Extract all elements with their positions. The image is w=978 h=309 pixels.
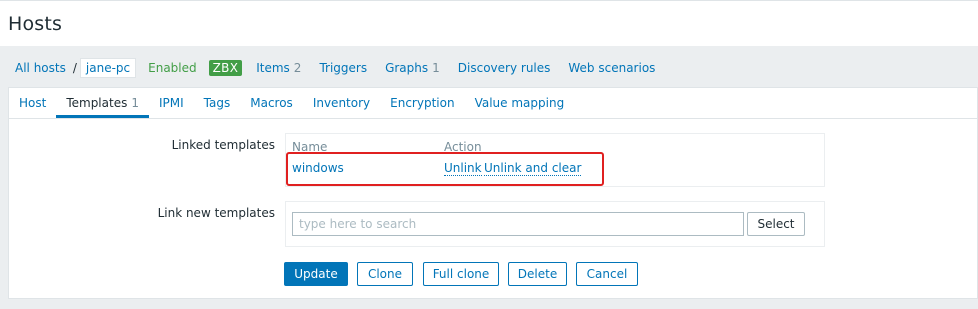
breadcrumb-current-host[interactable]: jane-pc (79, 58, 137, 78)
nav-items-count: 2 (293, 61, 302, 75)
nav-discovery-rules-link[interactable]: Discovery rules (458, 61, 551, 75)
link-new-templates-label: Link new templates (157, 206, 275, 220)
page-header: Hosts (0, 0, 978, 46)
cancel-button[interactable]: Cancel (576, 262, 638, 286)
clone-button[interactable]: Clone (357, 262, 413, 286)
tab-encryption[interactable]: Encryption (380, 88, 464, 118)
host-tabs: Host Templates 1 IPMI Tags Macros Invento… (9, 88, 977, 119)
column-header-action: Action (444, 140, 482, 154)
tab-inventory[interactable]: Inventory (303, 88, 380, 118)
column-header-name: Name (292, 140, 328, 154)
nav-graphs-link[interactable]: Graphs 1 (385, 61, 440, 75)
tab-label: Encryption (390, 96, 455, 110)
linked-templates-label: Linked templates (171, 138, 275, 152)
tab-host[interactable]: Host (9, 88, 56, 118)
nav-items-link[interactable]: Items 2 (256, 61, 301, 75)
tab-label: IPMI (158, 96, 184, 110)
tab-macros[interactable]: Macros (240, 88, 303, 118)
host-navigation: All hosts / jane-pc Enabled ZBX Items 2 T… (8, 55, 673, 81)
tab-label: Value mapping (474, 96, 565, 110)
linked-template-windows[interactable]: windows (292, 161, 344, 175)
linked-templates-table: Name Action windows Unlink Unlink and cl… (285, 133, 825, 187)
nav-triggers-link[interactable]: Triggers (319, 61, 367, 75)
delete-button[interactable]: Delete (508, 262, 567, 286)
tab-label: Macros (250, 96, 293, 110)
tab-templates[interactable]: Templates 1 (56, 88, 149, 118)
zbx-availability-badge: ZBX (208, 60, 243, 76)
full-clone-button[interactable]: Full clone (423, 262, 499, 286)
nav-graphs-label: Graphs (385, 61, 429, 75)
update-button[interactable]: Update (284, 262, 348, 286)
tab-value-mapping[interactable]: Value mapping (465, 88, 575, 118)
breadcrumb-all-hosts[interactable]: All hosts (8, 61, 68, 75)
tab-label: Host (19, 96, 47, 110)
tab-ipmi[interactable]: IPMI (149, 88, 194, 118)
link-new-templates-area: Select (285, 201, 825, 247)
unlink-and-clear-button[interactable]: Unlink and clear (484, 161, 582, 176)
tab-label: Inventory (312, 96, 371, 110)
host-form-panel: Host Templates 1 IPMI Tags Macros Invento… (8, 87, 978, 299)
unlink-button[interactable]: Unlink (444, 161, 482, 176)
tab-tags[interactable]: Tags (194, 88, 241, 118)
page-title: Hosts (8, 13, 63, 35)
tab-count: 1 (131, 96, 139, 110)
tab-label: Templates (66, 96, 128, 110)
nav-web-scenarios-link[interactable]: Web scenarios (568, 61, 655, 75)
host-status-enabled[interactable]: Enabled (148, 61, 197, 75)
select-templates-button[interactable]: Select (747, 212, 805, 236)
nav-graphs-count: 1 (432, 61, 440, 75)
template-search-input[interactable] (292, 212, 744, 236)
tab-label: Tags (203, 96, 231, 110)
nav-items-label: Items (256, 61, 290, 75)
breadcrumb-separator: / (72, 61, 77, 75)
